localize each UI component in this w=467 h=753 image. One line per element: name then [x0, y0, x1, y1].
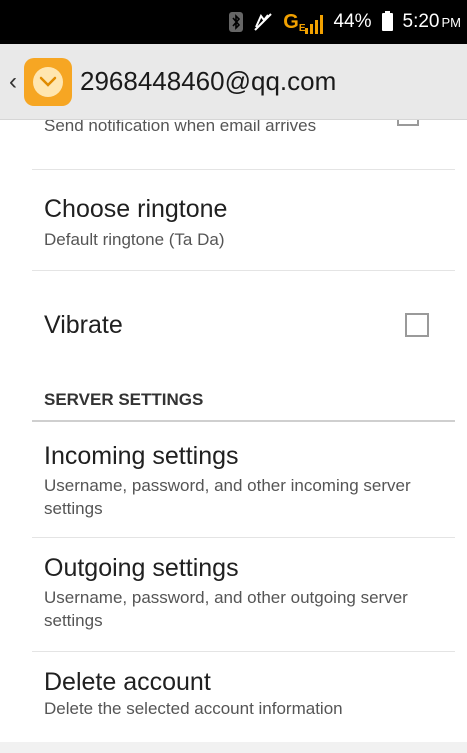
- mute-icon: [253, 12, 273, 32]
- ringtone-summary: Default ringtone (Ta Da): [44, 230, 225, 249]
- vibrate-title: Vibrate: [44, 310, 123, 339]
- delete-summary: Delete the selected account information: [44, 699, 343, 718]
- outgoing-summary: Username, password, and other outgoing s…: [44, 588, 408, 630]
- delete-account-item[interactable]: Delete account Delete the selected accou…: [32, 652, 455, 752]
- notify-summary: Send notification when email arrives: [44, 120, 317, 135]
- back-chevron-icon[interactable]: ‹: [4, 69, 22, 94]
- outgoing-title: Outgoing settings: [44, 554, 239, 582]
- network-type: GE: [283, 11, 324, 34]
- server-settings-header: SERVER SETTINGS: [32, 379, 455, 422]
- clock: 5:20 PM: [402, 11, 461, 32]
- email-app-icon[interactable]: [24, 57, 72, 106]
- account-title: 2968448460@qq.com: [80, 66, 337, 96]
- incoming-title: Incoming settings: [44, 442, 239, 470]
- status-bar: GE 44% 5:20 PM: [0, 0, 467, 44]
- bluetooth-icon: [229, 12, 244, 32]
- ringtone-title: Choose ringtone: [44, 195, 228, 223]
- battery-percent: 44%: [333, 11, 372, 32]
- action-bar: ‹ 2968448460@qq.com: [0, 44, 467, 120]
- outgoing-settings-item[interactable]: Outgoing settings Username, password, an…: [32, 538, 455, 652]
- signal-icon: [305, 14, 324, 34]
- incoming-settings-item[interactable]: Incoming settings Username, password, an…: [32, 426, 455, 538]
- bottom-divider: [0, 742, 467, 753]
- battery-icon: [381, 11, 393, 31]
- notify-checkbox[interactable]: [397, 120, 419, 126]
- delete-title: Delete account: [44, 668, 211, 696]
- settings-list: Send notification when email arrives Cho…: [0, 120, 467, 752]
- vibrate-setting-item[interactable]: Vibrate: [32, 271, 455, 379]
- notify-setting-item[interactable]: Send notification when email arrives: [32, 120, 455, 170]
- incoming-summary: Username, password, and other incoming s…: [44, 476, 411, 518]
- vibrate-checkbox[interactable]: [405, 313, 429, 337]
- ringtone-setting-item[interactable]: Choose ringtone Default ringtone (Ta Da): [32, 170, 455, 271]
